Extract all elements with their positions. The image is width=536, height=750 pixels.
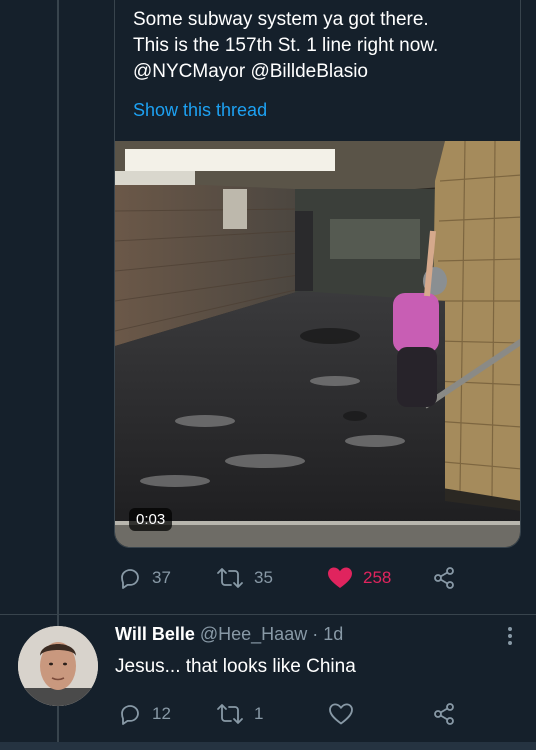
heart-outline-icon (329, 703, 353, 725)
bottom-edge (0, 742, 536, 750)
reply-icon (121, 569, 139, 589)
timestamp[interactable]: 1d (323, 624, 343, 644)
more-vertical-icon (508, 627, 512, 645)
reply-action-2[interactable]: 12 (118, 702, 171, 726)
reply-icon (121, 705, 139, 725)
avatar[interactable] (18, 626, 98, 706)
display-name[interactable]: Will Belle (115, 624, 195, 644)
retweet-count-2: 1 (254, 704, 264, 723)
reply-count-2: 12 (152, 704, 171, 723)
retweet-icon (217, 704, 243, 724)
username[interactable]: @Hee_Haaw (200, 624, 307, 644)
user-avatar-image (18, 626, 98, 706)
show-thread-link[interactable]: Show this thread (133, 100, 267, 121)
video-frame (115, 141, 520, 547)
retweet-action[interactable]: 35 (216, 566, 273, 590)
reply-author: Will Belle @Hee_Haaw · 1d (115, 624, 343, 645)
tweet-text: Some subway system ya got there. This is… (133, 9, 439, 82)
share-icon (434, 703, 454, 725)
retweet-icon (217, 568, 243, 588)
like-count: 258 (363, 568, 392, 587)
share-icon (434, 567, 454, 589)
share-action[interactable] (432, 566, 456, 590)
separator-dot: · (312, 624, 319, 644)
share-action-2[interactable] (432, 702, 456, 726)
heart-filled-icon (328, 567, 352, 588)
tweet-card[interactable]: Some subway system ya got there. This is… (114, 0, 521, 548)
video-player[interactable]: 0:03 (115, 141, 520, 547)
reply-text: Jesus... that looks like China (115, 656, 356, 677)
more-options-button[interactable] (500, 624, 520, 653)
like-action-2[interactable] (328, 702, 354, 726)
retweet-action-2[interactable]: 1 (216, 702, 263, 726)
reply-action[interactable]: 37 (118, 566, 171, 590)
like-action[interactable]: 258 (327, 566, 391, 590)
reply-count: 37 (152, 568, 171, 587)
tweet-divider (0, 614, 536, 615)
retweet-count: 35 (254, 568, 273, 587)
video-duration-badge: 0:03 (129, 508, 173, 531)
